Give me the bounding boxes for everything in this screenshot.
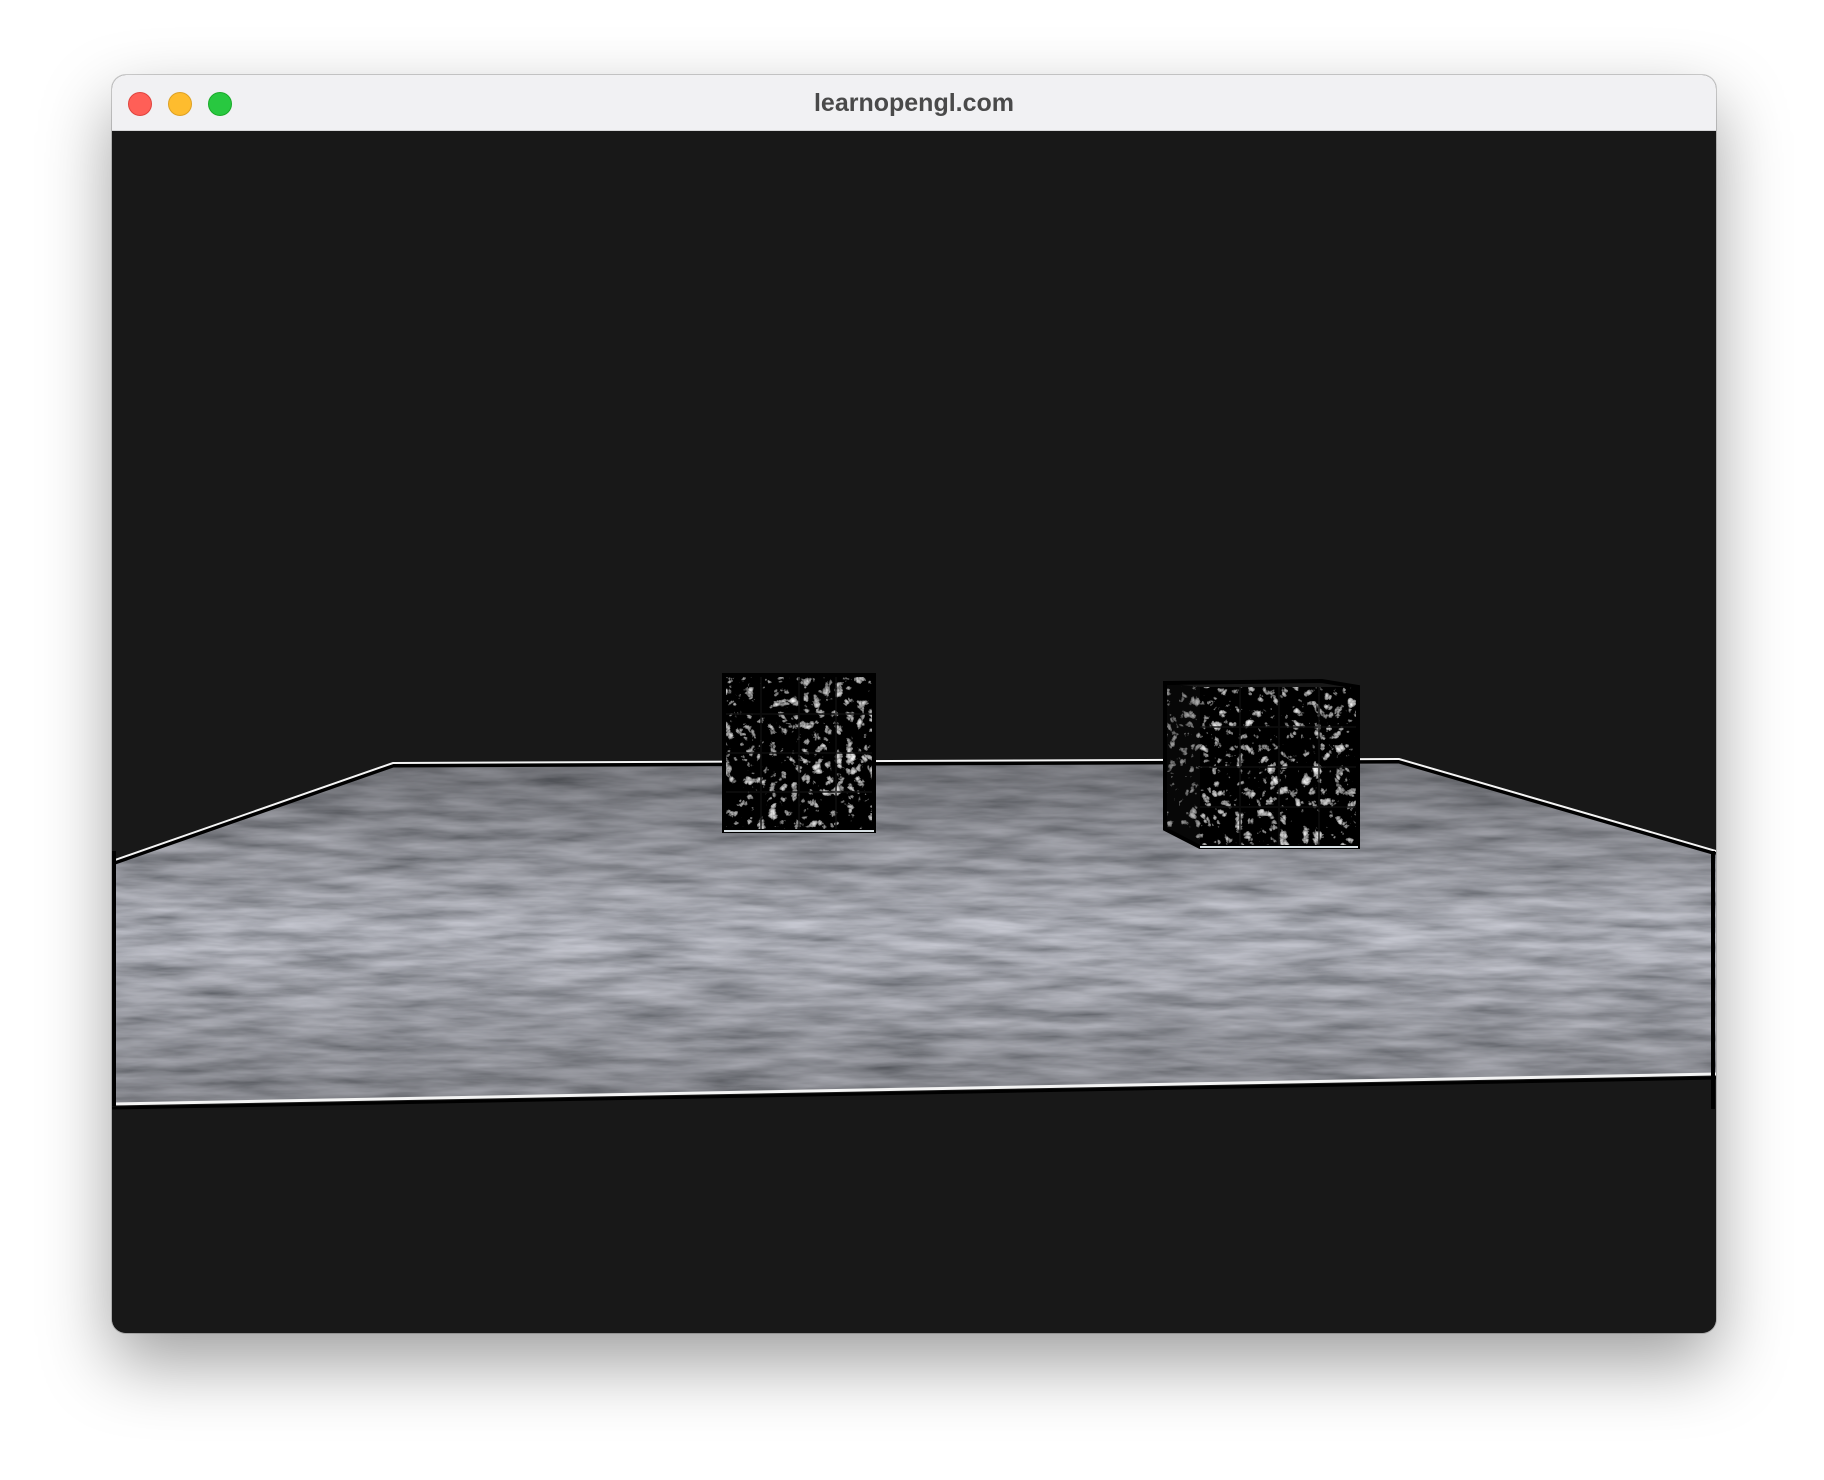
window-title: learnopengl.com — [813, 89, 1015, 117]
app-window: learnopengl.com — [112, 75, 1716, 1333]
cube-left — [722, 673, 876, 833]
scene-canvas — [112, 673, 1716, 1110]
opengl-viewport[interactable] — [112, 131, 1716, 1333]
title-bar[interactable]: learnopengl.com — [112, 75, 1716, 131]
floor-plane — [112, 757, 1716, 1110]
cube-right — [1163, 678, 1360, 849]
